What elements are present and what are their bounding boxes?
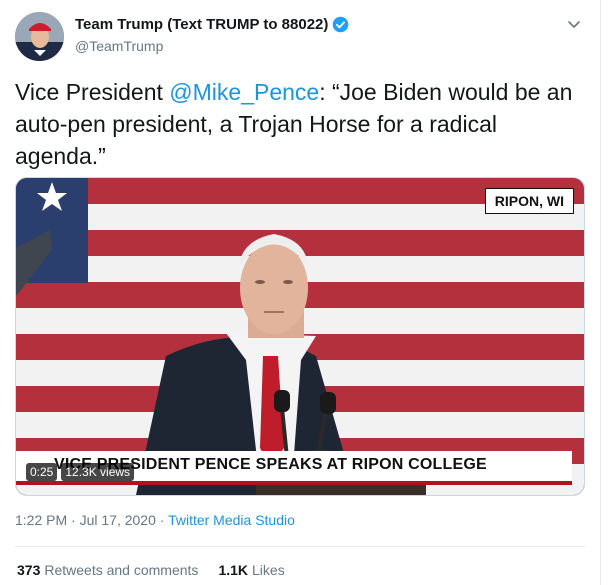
- retweets-stat[interactable]: 373 Retweets and comments: [17, 562, 198, 578]
- tweet-stats: 373 Retweets and comments 1.1K Likes: [17, 562, 305, 578]
- tweet-text: Vice President @Mike_Pence: “Joe Biden w…: [15, 76, 585, 172]
- mention-link[interactable]: @Mike_Pence: [169, 79, 319, 105]
- divider: [15, 546, 585, 547]
- profile-avatar-icon: [15, 12, 64, 61]
- author-name-row[interactable]: Team Trump (Text TRUMP to 88022): [75, 16, 349, 33]
- location-tag: RIPON, WI: [484, 188, 574, 214]
- verified-badge-icon: [333, 16, 349, 33]
- author-display-name[interactable]: Team Trump (Text TRUMP to 88022): [75, 16, 328, 33]
- chevron-down-icon[interactable]: [566, 16, 582, 32]
- video-views: 12.3K views: [61, 463, 135, 481]
- author-avatar[interactable]: [15, 12, 64, 61]
- retweets-count: 373: [17, 562, 41, 578]
- retweets-label: Retweets and comments: [44, 562, 199, 578]
- author-handle[interactable]: @TeamTrump: [75, 38, 163, 54]
- likes-count: 1.1K: [218, 562, 249, 578]
- video-badges: 0:25 12.3K views: [26, 463, 135, 481]
- tweet-card: Team Trump (Text TRUMP to 88022) @TeamTr…: [0, 0, 601, 585]
- likes-label: Likes: [252, 562, 285, 578]
- tweet-meta: 1:22 PM · Jul 17, 2020 · Twitter Media S…: [15, 512, 295, 528]
- tweet-text-prefix: Vice President: [15, 79, 170, 105]
- video-player[interactable]: RIPON, WI VICE PRESIDENT PENCE SPEAKS AT…: [15, 177, 585, 496]
- tweet-source-link[interactable]: Twitter Media Studio: [168, 512, 295, 528]
- tweet-timestamp[interactable]: 1:22 PM · Jul 17, 2020 ·: [15, 512, 168, 528]
- likes-stat[interactable]: 1.1K Likes: [218, 562, 284, 578]
- video-frame: [16, 178, 584, 495]
- video-duration: 0:25: [26, 463, 58, 481]
